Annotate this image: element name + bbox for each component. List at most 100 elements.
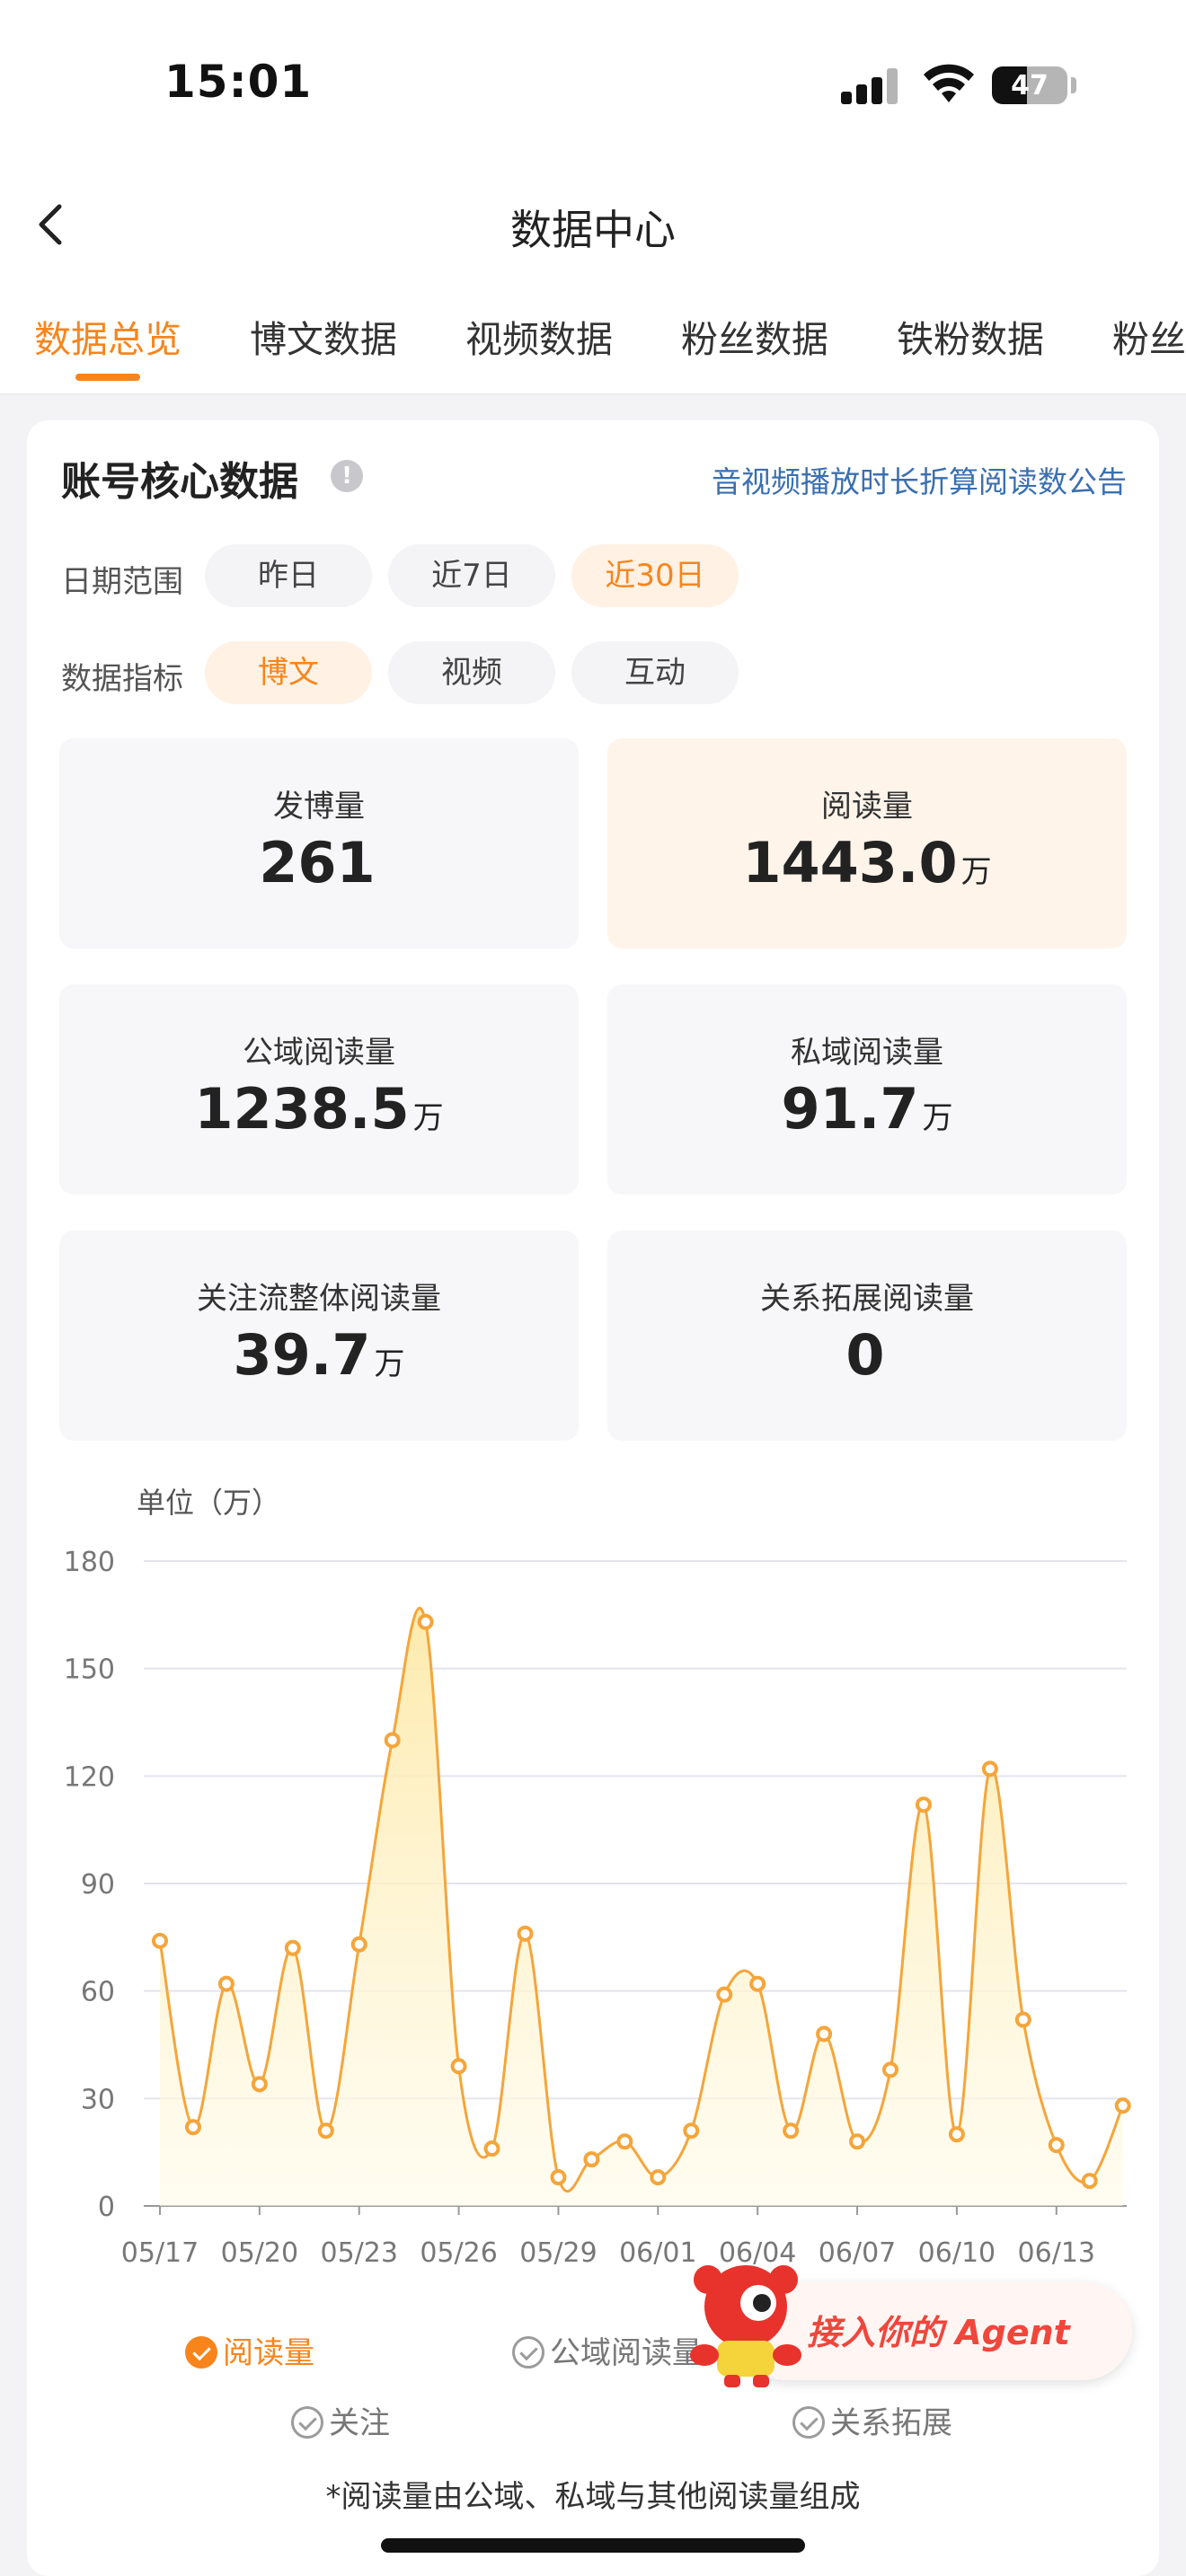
status-bar: 15:01 47 [0, 0, 1186, 171]
data-point [483, 2140, 500, 2157]
tab-active-indicator [75, 374, 140, 381]
data-point [184, 2119, 201, 2136]
data-point [1081, 2173, 1098, 2190]
home-indicator [381, 2538, 805, 2553]
data-point [583, 2151, 600, 2168]
date-option-30days[interactable]: 近30日 [571, 544, 739, 607]
stat-value: 1238.5 [194, 1076, 410, 1142]
footnote: *阅读量由公域、私域与其他阅读量组成 [325, 2479, 861, 2515]
card-title: 账号核心数据 [61, 459, 298, 505]
y-tick-label: 180 [64, 1547, 115, 1578]
checkbox-icon [185, 2336, 217, 2369]
tab-overview[interactable]: 数据总览 [34, 309, 181, 363]
tab-iron-fans[interactable]: 铁粉数据 [897, 309, 1044, 363]
stat-label: 公域阅读量 [243, 1035, 395, 1071]
tab-fans[interactable]: 粉丝数据 [681, 309, 828, 363]
stat-label: 关注流整体阅读量 [197, 1281, 441, 1317]
data-point [650, 2169, 667, 2186]
data-point [450, 2058, 467, 2075]
stat-public-reads[interactable]: 公域阅读量 1238.5 万 [59, 984, 579, 1195]
y-tick-label: 0 [98, 2192, 115, 2223]
tab-fans-more[interactable]: 粉丝 [1112, 309, 1186, 363]
stat-label: 关系拓展阅读量 [760, 1281, 974, 1317]
x-tick-label: 06/13 [1018, 2237, 1095, 2269]
date-option-7days[interactable]: 近7日 [388, 544, 555, 607]
data-point [350, 1936, 367, 1953]
data-point [616, 2133, 633, 2150]
data-point [284, 1939, 301, 1956]
data-point [317, 2122, 334, 2139]
stat-value: 261 [259, 830, 376, 895]
data-point [948, 2126, 965, 2143]
data-point [550, 2169, 567, 2186]
data-point [816, 2025, 833, 2042]
tab-bar: 数据总览 博文数据 视频数据 粉丝数据 铁粉数据 粉丝 [0, 278, 1186, 395]
x-tick-label: 06/07 [819, 2237, 896, 2269]
date-range-label: 日期范围 [61, 564, 183, 600]
data-point [217, 1975, 235, 1992]
y-tick-label: 30 [81, 2084, 115, 2115]
x-tick-label: 05/20 [221, 2237, 298, 2269]
legend-public-reads[interactable]: 公域阅读量 [512, 2328, 703, 2372]
data-point [1048, 2137, 1065, 2154]
x-tick-label: 05/23 [320, 2237, 397, 2269]
agent-banner-text[interactable]: 接入你的 Agent [807, 2305, 1070, 2354]
data-point [783, 2122, 800, 2139]
legend-reads[interactable]: 阅读量 [185, 2328, 314, 2372]
y-tick-label: 60 [81, 1977, 115, 2008]
x-tick-label: 05/26 [420, 2237, 497, 2269]
x-tick-label: 06/10 [918, 2237, 996, 2269]
data-point [1014, 2011, 1031, 2028]
stat-label: 发博量 [273, 789, 365, 825]
stat-value: 0 [845, 1322, 885, 1388]
tab-posts[interactable]: 博文数据 [250, 309, 397, 363]
page-title: 数据中心 [510, 206, 676, 254]
stat-private-reads[interactable]: 私域阅读量 91.7 万 [607, 984, 1127, 1195]
stat-label: 私域阅读量 [791, 1035, 943, 1071]
metric-label: 数据指标 [61, 661, 183, 697]
data-point [716, 1986, 733, 2003]
metric-option-posts[interactable]: 博文 [205, 641, 372, 704]
data-point [517, 1925, 534, 1942]
stat-value: 91.7 [781, 1076, 919, 1142]
wifi-icon [924, 64, 974, 102]
stat-post-count[interactable]: 发博量 261 [59, 738, 579, 948]
data-point [384, 1732, 401, 1749]
stat-value: 1443.0 [742, 830, 958, 895]
data-point [417, 1613, 434, 1630]
y-tick-label: 150 [64, 1654, 115, 1686]
cellular-signal-icon [841, 68, 900, 104]
stat-follow-feed-reads[interactable]: 关注流整体阅读量 39.7 万 [59, 1231, 579, 1441]
clock: 15:01 [164, 56, 313, 108]
checkbox-icon [792, 2406, 825, 2439]
stat-relation-reads[interactable]: 关系拓展阅读量 0 [607, 1231, 1127, 1441]
checkbox-icon [291, 2406, 323, 2439]
stat-label: 阅读量 [821, 789, 913, 825]
data-point [1114, 2097, 1131, 2114]
date-option-yesterday[interactable]: 昨日 [205, 544, 372, 607]
nav-bar: 数据中心 [0, 171, 1186, 278]
checkbox-icon [512, 2336, 544, 2369]
tab-videos[interactable]: 视频数据 [465, 309, 613, 363]
data-point [749, 1975, 766, 1992]
data-point [881, 2061, 898, 2078]
stat-reads[interactable]: 阅读量 1443.0 万 [607, 738, 1127, 948]
data-point [683, 2122, 700, 2139]
legend-follow[interactable]: 关注 [291, 2398, 390, 2442]
info-icon[interactable]: ! [331, 460, 363, 492]
battery-level: 47 [1011, 70, 1049, 101]
x-tick-label: 05/17 [121, 2237, 199, 2269]
data-point [915, 1796, 932, 1813]
stat-value: 39.7 [233, 1322, 371, 1388]
metric-option-video[interactable]: 视频 [388, 641, 555, 704]
metric-option-interaction[interactable]: 互动 [571, 641, 739, 704]
notice-link[interactable]: 音视频播放时长折算阅读数公告 [712, 458, 1127, 501]
core-data-card: 账号核心数据 ! 音视频播放时长折算阅读数公告 日期范围 昨日 近7日 近30日… [27, 420, 1159, 2576]
y-tick-label: 120 [64, 1761, 115, 1793]
mascot-icon[interactable] [683, 2254, 809, 2389]
data-point [251, 2076, 268, 2093]
y-tick-label: 90 [81, 1869, 115, 1901]
legend-relation[interactable]: 关系拓展 [792, 2398, 952, 2442]
chart-canvas[interactable]: 0 30 60 90 120 150 180 05/17 05/20 05/23 05/26 05/2… [27, 1516, 1159, 2307]
series-area-reads [160, 1608, 1123, 2206]
